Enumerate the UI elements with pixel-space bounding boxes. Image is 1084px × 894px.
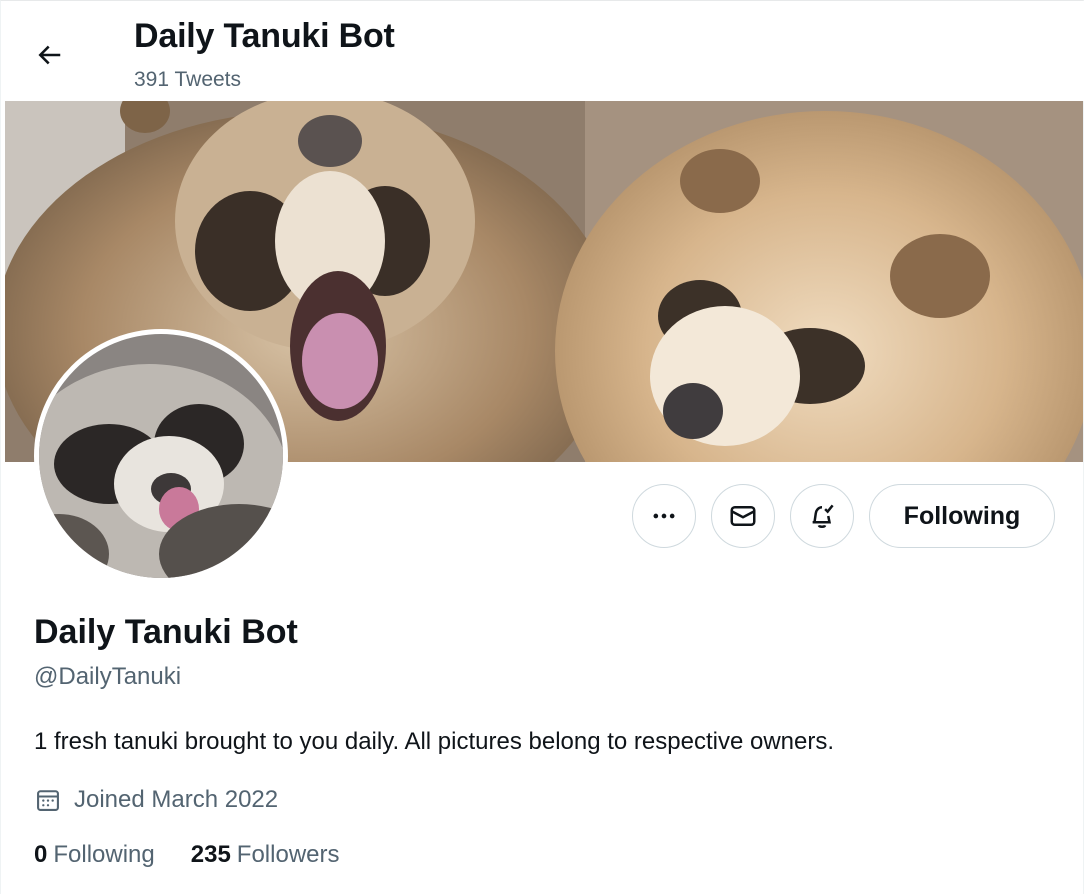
profile-header: Daily Tanuki Bot 391 Tweets: [1, 1, 1084, 101]
following-count: 0: [34, 841, 48, 868]
back-button[interactable]: [25, 31, 73, 79]
user-handle: @DailyTanuki: [34, 663, 182, 690]
header-title: Daily Tanuki Bot: [134, 17, 395, 55]
followers-label: Followers: [236, 841, 340, 868]
following-label: Following: [53, 841, 155, 868]
avatar[interactable]: [34, 329, 288, 583]
joined-label: Joined March 2022: [74, 786, 279, 813]
calendar-icon: [34, 785, 64, 815]
more-horizontal-icon: [653, 513, 675, 519]
more-button[interactable]: [632, 484, 696, 548]
profile-bio: 1 fresh tanuki brought to you daily. All…: [34, 728, 835, 755]
avatar-image: [39, 334, 283, 578]
message-button[interactable]: [711, 484, 775, 548]
following-button[interactable]: Following: [869, 484, 1055, 548]
bell-check-icon: [812, 504, 834, 529]
avatar-picture: [39, 334, 283, 578]
followers-stat[interactable]: 235 Followers: [191, 841, 340, 869]
followers-count: 235: [190, 841, 231, 868]
profile-page: Daily Tanuki Bot 391 Tweets Following Da…: [0, 0, 1084, 894]
arrow-left-icon: [38, 45, 61, 65]
envelope-icon: [730, 506, 756, 526]
tweet-count: 391 Tweets: [134, 68, 242, 91]
follow-stats: 0 Following 235 Followers: [34, 841, 376, 869]
display-name: Daily Tanuki Bot: [34, 613, 298, 651]
following-stat[interactable]: 0 Following: [34, 841, 155, 869]
joined-date: Joined March 2022: [34, 785, 278, 815]
notifications-button[interactable]: [790, 484, 854, 548]
